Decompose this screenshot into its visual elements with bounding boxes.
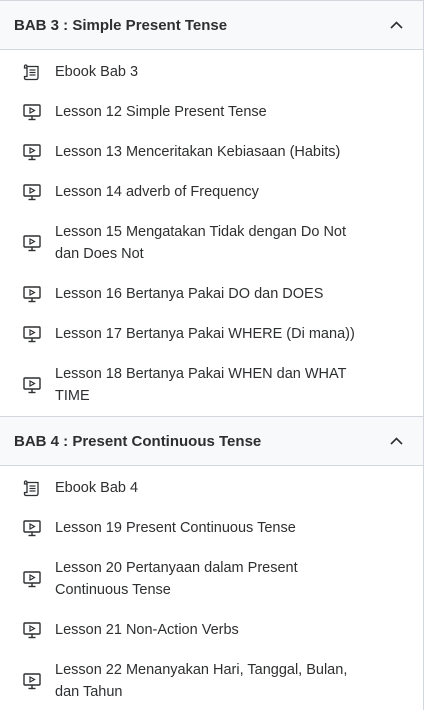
course-content-panel: BAB 3 : Simple Present Tense Ebook Bab 3	[0, 0, 424, 710]
lecture-item[interactable]: Lesson 16 Bertanya Pakai DO dan DOES	[0, 274, 423, 314]
section-bab-3: BAB 3 : Simple Present Tense Ebook Bab 3	[0, 0, 423, 416]
section-title: BAB 4 : Present Continuous Tense	[14, 432, 262, 450]
ebook-icon	[22, 479, 42, 497]
chevron-up-icon[interactable]	[389, 434, 403, 448]
lecture-item[interactable]: Lesson 21 Non-Action Verbs	[0, 610, 423, 650]
lecture-title: Lesson 22 Menanyakan Hari, Tanggal, Bula…	[55, 662, 348, 700]
section-title: BAB 3 : Simple Present Tense	[14, 16, 228, 34]
video-lesson-icon	[22, 103, 42, 121]
lecture-title: Lesson 21 Non-Action Verbs	[55, 622, 239, 638]
lecture-item[interactable]: Lesson 14 adverb of Frequency	[0, 172, 423, 212]
lecture-item[interactable]: Lesson 15 Mengatakan Tidak dengan Do Not…	[0, 212, 423, 274]
video-lesson-icon	[22, 285, 42, 303]
lecture-title: Lesson 13 Menceritakan Kebiasaan (Habits…	[55, 144, 341, 160]
lecture-title: Lesson 20 Pertanyaan dalam Present Conti…	[55, 560, 298, 598]
section-bab-4: BAB 4 : Present Continuous Tense Ebook B…	[0, 416, 423, 710]
lecture-item[interactable]: Lesson 12 Simple Present Tense	[0, 92, 423, 132]
lecture-title: Lesson 16 Bertanya Pakai DO dan DOES	[55, 286, 324, 302]
video-lesson-icon	[22, 234, 42, 252]
lecture-title: Lesson 17 Bertanya Pakai WHERE (Di mana)…	[55, 326, 355, 342]
video-lesson-icon	[22, 570, 42, 588]
chevron-up-icon[interactable]	[389, 18, 403, 32]
lecture-item[interactable]: Lesson 20 Pertanyaan dalam Present Conti…	[0, 548, 423, 610]
lecture-item[interactable]: Lesson 22 Menanyakan Hari, Tanggal, Bula…	[0, 650, 423, 710]
lecture-title: Lesson 14 adverb of Frequency	[55, 184, 259, 200]
lecture-item[interactable]: Ebook Bab 4	[0, 468, 423, 508]
lecture-title: Lesson 19 Present Continuous Tense	[55, 520, 296, 536]
lecture-item[interactable]: Lesson 19 Present Continuous Tense	[0, 508, 423, 548]
lecture-item[interactable]: Lesson 13 Menceritakan Kebiasaan (Habits…	[0, 132, 423, 172]
section-items-bab-3: Ebook Bab 3 Lesson 12 Simple Present Ten…	[0, 50, 423, 416]
video-lesson-icon	[22, 519, 42, 537]
lecture-title: Lesson 18 Bertanya Pakai WHEN dan WHAT T…	[55, 366, 347, 404]
section-header-bab-3[interactable]: BAB 3 : Simple Present Tense	[0, 0, 423, 50]
lecture-title: Lesson 12 Simple Present Tense	[55, 104, 267, 120]
lecture-title: Lesson 15 Mengatakan Tidak dengan Do Not…	[55, 224, 347, 262]
video-lesson-icon	[22, 621, 42, 639]
section-header-bab-4[interactable]: BAB 4 : Present Continuous Tense	[0, 416, 423, 466]
lecture-item[interactable]: Lesson 17 Bertanya Pakai WHERE (Di mana)…	[0, 314, 423, 354]
lecture-item[interactable]: Ebook Bab 3	[0, 52, 423, 92]
lecture-title: Ebook Bab 3	[55, 64, 139, 80]
ebook-icon	[22, 63, 42, 81]
section-items-bab-4: Ebook Bab 4 Lesson 19 Present Continuous…	[0, 466, 423, 710]
lecture-item[interactable]: Lesson 18 Bertanya Pakai WHEN dan WHAT T…	[0, 354, 423, 416]
video-lesson-icon	[22, 183, 42, 201]
lecture-title: Ebook Bab 4	[55, 480, 139, 496]
video-lesson-icon	[22, 325, 42, 343]
video-lesson-icon	[22, 143, 42, 161]
video-lesson-icon	[22, 672, 42, 690]
video-lesson-icon	[22, 376, 42, 394]
